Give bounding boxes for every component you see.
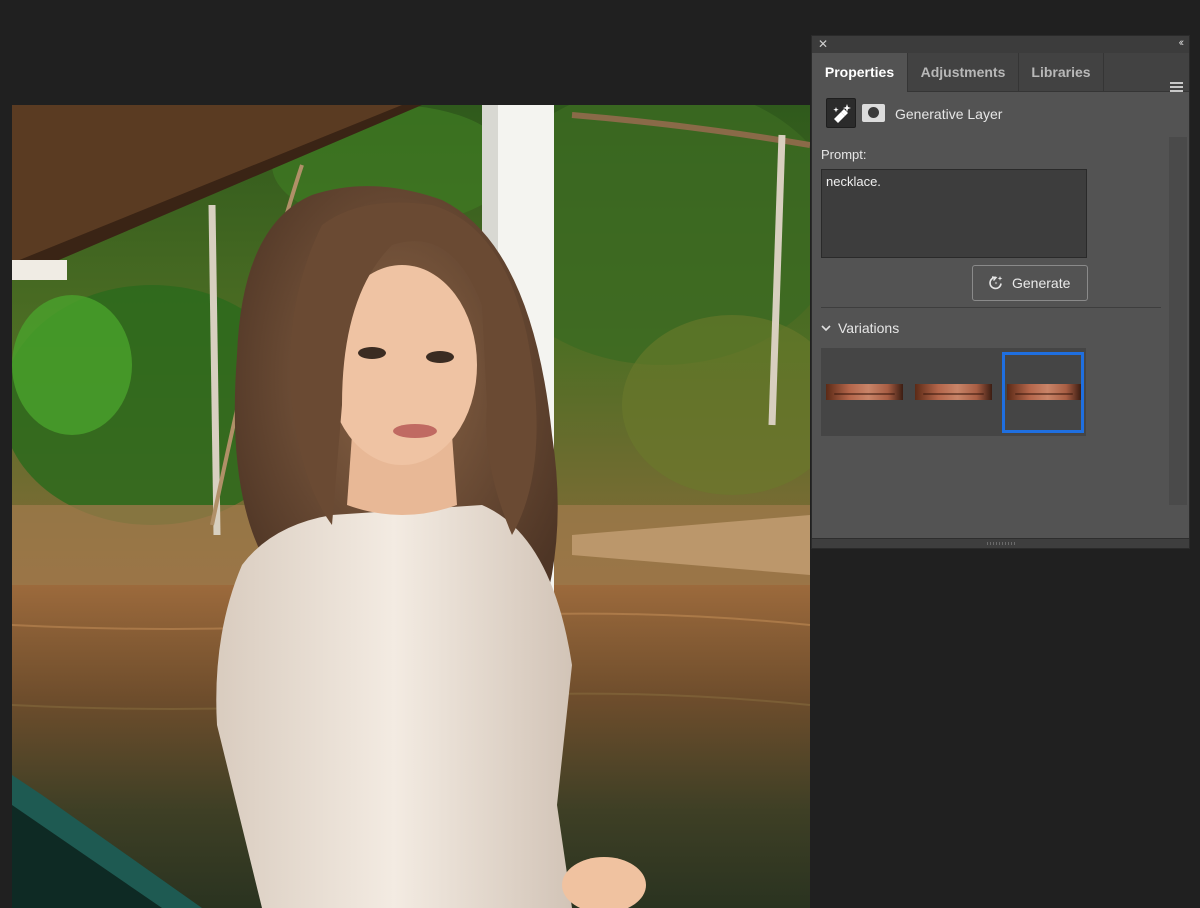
generate-button[interactable]: Generate bbox=[972, 265, 1088, 301]
generate-label: Generate bbox=[1012, 275, 1071, 291]
variation-thumbnail-1[interactable] bbox=[826, 384, 903, 400]
tab-libraries[interactable]: Libraries bbox=[1019, 53, 1104, 91]
generate-sparkle-icon bbox=[989, 276, 1003, 290]
resize-grip-icon[interactable] bbox=[987, 542, 1015, 545]
variations-grid bbox=[821, 348, 1086, 436]
panel-scrollbar[interactable] bbox=[1169, 137, 1187, 505]
panel-title-bar[interactable]: ✕ ‹‹ bbox=[812, 36, 1189, 54]
prompt-label: Prompt: bbox=[821, 147, 867, 162]
layer-name: Generative Layer bbox=[895, 106, 1003, 122]
variation-thumbnail-2[interactable] bbox=[915, 384, 992, 400]
prompt-input[interactable]: necklace. bbox=[821, 169, 1087, 258]
hamburger-menu-icon[interactable] bbox=[1170, 82, 1183, 92]
photo-image bbox=[12, 105, 810, 908]
document-canvas[interactable] bbox=[12, 105, 810, 908]
variations-label: Variations bbox=[838, 320, 900, 336]
panel-tab-bar: Properties Adjustments Libraries bbox=[812, 53, 1189, 92]
tab-properties[interactable]: Properties bbox=[812, 53, 908, 92]
collapse-icon[interactable]: ‹‹ bbox=[1179, 36, 1185, 51]
layer-info-row: Generative Layer bbox=[826, 98, 1176, 130]
close-icon[interactable]: ✕ bbox=[818, 37, 828, 51]
generative-layer-icon bbox=[826, 98, 856, 128]
variation-thumbnail-3[interactable] bbox=[1007, 384, 1081, 400]
layer-mask-icon[interactable] bbox=[862, 104, 885, 122]
chevron-down-icon bbox=[821, 325, 831, 332]
section-divider bbox=[821, 307, 1161, 308]
panel-resize-bar[interactable] bbox=[812, 538, 1189, 548]
tab-adjustments[interactable]: Adjustments bbox=[908, 53, 1019, 91]
properties-panel: ✕ ‹‹ Properties Adjustments Libraries Ge… bbox=[811, 35, 1190, 549]
